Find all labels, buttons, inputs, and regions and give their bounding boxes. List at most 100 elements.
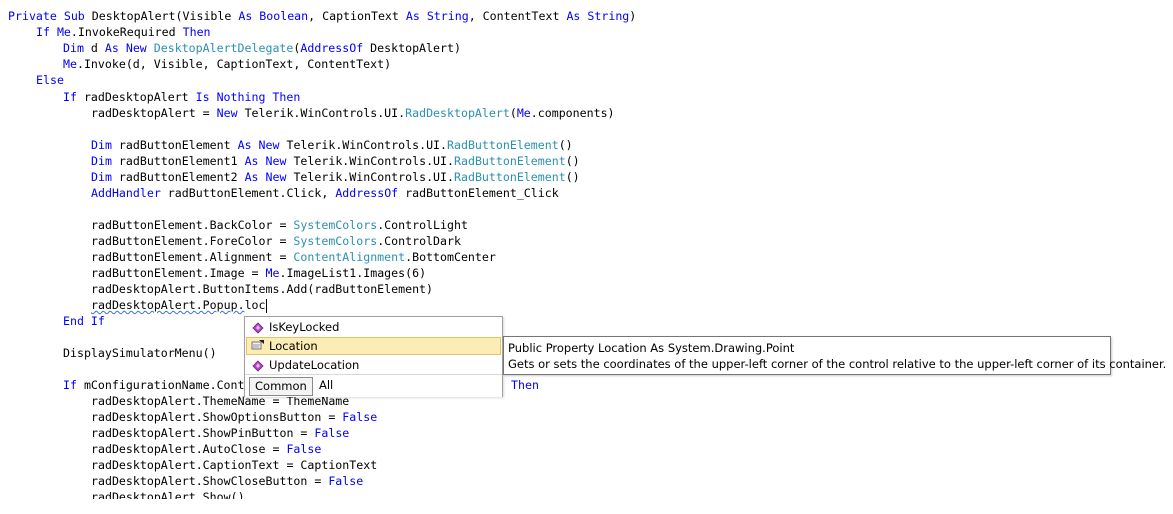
code-token: Dim [91,138,112,152]
code-token: If [63,90,77,104]
code-token: ( [509,106,517,120]
code-token: radButtonElement.Alignment = [91,250,294,264]
code-token: radButtonElement [111,138,238,152]
code-line: If mConfigurationName.Cont [63,377,245,393]
code-line: End If [63,313,105,329]
code-token: As New [104,41,147,55]
code-token: ContentAlignment [293,250,406,264]
code-token: DesktopAlert(Visible [84,9,239,23]
code-line: radButtonElement.Alignment = ContentAlig… [91,249,496,265]
code-token: False [342,410,378,424]
code-token: .components) [530,106,615,120]
code-token: As String [566,9,630,23]
code-token: Me [63,57,77,71]
method-icon [251,359,265,372]
code-token: SystemColors [293,218,378,232]
code-token: radButtonElement_Click [398,186,559,200]
code-token: radDesktopAlert = [91,106,217,120]
intellisense-tabs: Common All [245,374,502,397]
code-line: If Me.InvokeRequired Then [36,24,211,40]
code-token: , ContentText [468,9,567,23]
completion-item-location[interactable]: Location [246,337,501,355]
completion-item-iskeylocked[interactable]: IsKeyLocked [246,318,501,336]
code-token: Telerik.WinControls.UI. [279,138,448,152]
code-token: ) [629,9,637,23]
text-caret [265,298,267,313]
code-token: radDesktopAlert.Show() [91,490,245,499]
code-token: .ControlLight [377,218,468,232]
code-line: If radDesktopAlert Is Nothing Then [63,89,300,105]
code-token: As String [405,9,469,23]
code-token: Private Sub [8,9,85,23]
code-token: AddressOf [300,41,364,55]
tooltip-signature: Public Property Location As System.Drawi… [508,341,795,355]
tooltip-description: Gets or sets the coordinates of the uppe… [508,357,1167,371]
code-line: Dim radButtonElement1 As New Telerik.Win… [91,153,580,169]
code-token: .ControlDark [377,234,461,248]
code-token: radButtonElement.Image = [91,266,266,280]
code-token: As Boolean [238,9,309,23]
code-token: As New [237,138,280,152]
code-token: radButtonElement2 [111,170,245,184]
code-line: radDesktopAlert.CaptionText = CaptionTex… [91,457,377,473]
code-token: radButtonElement.Click, [160,186,336,200]
code-token: Me [56,25,71,39]
property-icon [251,321,265,334]
completion-item-updatelocation[interactable]: UpdateLocation [246,356,501,374]
code-line: radButtonElement.Image = Me.ImageList1.I… [91,265,426,281]
code-token: DesktopAlertDelegate [153,41,294,55]
quick-info-tooltip: Public Property Location As System.Drawi… [503,336,1166,375]
code-line-tail: Then [511,377,539,393]
code-token: Dim [91,170,112,184]
code-token: , CaptionText [308,9,406,23]
code-token: If [63,378,77,392]
code-token: Then [511,378,539,392]
code-token: Dim [91,154,112,168]
code-token: Then [182,25,211,39]
code-line: radButtonElement.ForeColor = SystemColor… [91,233,461,249]
code-token: () [565,170,580,184]
code-token: radDesktopAlert.ButtonItems.Add(radButto… [91,282,434,296]
completion-item-label: UpdateLocation [269,358,360,372]
code-line: Private Sub DesktopAlert(Visible As Bool… [8,8,636,24]
tab-all[interactable]: All [314,377,338,394]
code-token: Else [36,73,64,87]
code-token: Dim [63,41,84,55]
code-token: radButtonElement.BackColor = [91,218,294,232]
intellisense-list[interactable]: IsKeyLocked Location UpdateLocation Comm… [244,316,503,397]
code-token: Me [265,266,280,280]
code-token: AddHandler [91,186,161,200]
code-token: Telerik.WinControls.UI. [237,106,406,120]
code-token: Telerik.WinControls.UI. [286,170,454,184]
code-token: .Invoke(d, Visible, CaptionText, Content… [76,57,392,71]
code-editor[interactable]: Private Sub DesktopAlert(Visible As Bool… [0,0,1173,514]
code-token: radButtonElement.ForeColor = [91,234,294,248]
code-token: radButtonElement1 [111,154,245,168]
completion-item-label: IsKeyLocked [269,320,340,334]
code-line: radDesktopAlert.ShowOptionsButton = Fals… [91,409,377,425]
code-token: radDesktopAlert.AutoClose = [91,442,287,456]
code-line: Dim radButtonElement As New Telerik.WinC… [91,137,573,153]
code-token: radDesktopAlert.Popup. [91,298,245,312]
code-token: Is Nothing Then [195,90,301,104]
code-token: RadButtonElement [454,154,566,168]
code-token: .BottomCenter [405,250,496,264]
code-line: Me.Invoke(d, Visible, CaptionText, Conte… [63,56,391,72]
typed-text: loc [244,298,266,312]
code-token: radDesktopAlert.ShowPinButton = [91,426,315,440]
code-token: radDesktopAlert.ShowCloseButton = [91,474,329,488]
code-line: radDesktopAlert.ShowCloseButton = False [91,473,363,489]
code-line: radDesktopAlert.Show() [91,489,245,499]
code-token: If [36,25,50,39]
code-token: New [216,106,238,120]
tab-common[interactable]: Common [249,377,313,396]
code-token: () [558,138,573,152]
code-line: radDesktopAlert.AutoClose = False [91,441,321,457]
code-line: Dim radButtonElement2 As New Telerik.Win… [91,169,580,185]
code-token: d [83,41,105,55]
code-line: Else [36,72,64,88]
code-token: False [328,474,364,488]
code-line-active[interactable]: radDesktopAlert.Popup.loc [91,297,267,313]
code-token: AddressOf [335,186,399,200]
